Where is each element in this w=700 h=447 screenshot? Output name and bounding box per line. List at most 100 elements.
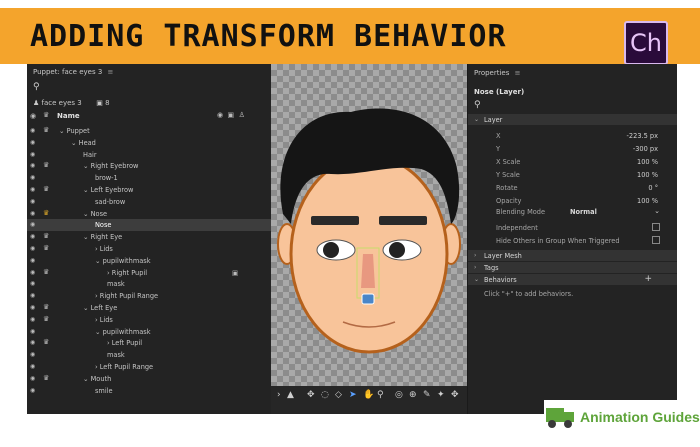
layer-row[interactable]: ◉ ♛ ⌄ Mouth xyxy=(27,373,271,385)
crown-icon[interactable]: ♛ xyxy=(43,374,49,382)
hide-icon[interactable]: ✦ xyxy=(437,390,445,400)
properties-panel-header[interactable]: Properties ≡ xyxy=(474,69,521,77)
panel-menu-icon[interactable]: ≡ xyxy=(108,68,114,76)
eye-icon[interactable]: ◉ xyxy=(30,245,35,252)
layer-row[interactable]: ◉ ♛ ⌄ Right Eye xyxy=(27,231,271,243)
handle-icon[interactable]: ⊕ xyxy=(409,390,417,400)
eye-icon[interactable]: ◉ xyxy=(30,151,35,158)
layer-row[interactable]: ◉ ♛ › Lids xyxy=(27,243,271,255)
pin-tool-icon[interactable]: ✎ xyxy=(423,390,431,400)
puppet-search-icon[interactable]: ⚲ xyxy=(33,82,40,92)
eye-header-icon[interactable]: ◉ xyxy=(30,112,36,120)
properties-search-icon[interactable]: ⚲ xyxy=(474,100,481,110)
blending-mode-dropdown[interactable]: Normal xyxy=(570,208,597,216)
stick-icon[interactable]: ◇ xyxy=(335,390,342,400)
eye-icon[interactable]: ◉ xyxy=(30,257,35,264)
puppet-canvas[interactable] xyxy=(271,64,467,386)
properties-menu-icon[interactable]: ≡ xyxy=(515,69,521,77)
layer-row[interactable]: ◉ Hair xyxy=(27,149,271,161)
chevron-down-icon[interactable]: ⌄ xyxy=(654,207,660,215)
crown-icon[interactable]: ♛ xyxy=(43,338,49,346)
eye-icon[interactable]: ◉ xyxy=(30,351,35,358)
crown-icon[interactable]: ♛ xyxy=(43,232,49,240)
eye-icon[interactable]: ◉ xyxy=(30,280,35,287)
eye-icon[interactable]: ◉ xyxy=(30,233,35,240)
layer-row[interactable]: ◉ › Left Pupil Range xyxy=(27,361,271,373)
hide-others-checkbox[interactable] xyxy=(652,236,660,244)
tags-section-header[interactable]: › Tags xyxy=(468,262,677,273)
layer-row[interactable]: ◉ ♛ ⌄ Right Eyebrow xyxy=(27,160,271,172)
chevron-right-icon[interactable]: › xyxy=(277,390,281,400)
layer-row[interactable]: ◉ ♛ ⌄ Left Eye xyxy=(27,302,271,314)
pin-icon[interactable]: ◌ xyxy=(321,390,329,400)
layer-mesh-section-header[interactable]: › Layer Mesh xyxy=(468,250,677,261)
layer-row[interactable]: ◉ sad-brow xyxy=(27,196,271,208)
truck-logo-icon xyxy=(546,408,574,428)
selection-arrow-icon[interactable]: ➤ xyxy=(349,390,357,400)
property-value[interactable]: -300 px xyxy=(633,145,658,153)
dragger-icon[interactable]: ✥ xyxy=(307,390,315,400)
layer-badge-icon[interactable]: ▣ xyxy=(232,269,238,277)
crown-icon[interactable]: ♛ xyxy=(43,303,49,311)
eye-icon[interactable]: ◉ xyxy=(30,339,35,346)
property-value[interactable]: 100 % xyxy=(637,197,658,205)
add-behavior-button[interactable]: + xyxy=(644,274,652,284)
crown-icon[interactable]: ♛ xyxy=(43,161,49,169)
layer-row[interactable]: ◉ ⌄ pupilwithmask xyxy=(27,326,271,338)
crown-icon[interactable]: ♛ xyxy=(43,244,49,252)
layer-row[interactable]: ◉ Nose xyxy=(27,219,271,232)
property-value[interactable]: -223.5 px xyxy=(627,132,658,140)
crown-icon[interactable]: ♛ xyxy=(43,185,49,193)
layer-label: ⌄ Nose xyxy=(83,209,108,218)
hand-icon[interactable]: ✋ xyxy=(363,390,374,400)
eye-icon[interactable]: ◉ xyxy=(30,316,35,323)
eye-icon[interactable]: ◉ xyxy=(30,292,35,299)
property-value[interactable]: 100 % xyxy=(637,158,658,166)
layer-row[interactable]: ◉ ⌄ Head xyxy=(27,137,271,149)
eye-icon[interactable]: ◉ xyxy=(30,304,35,311)
move-icon[interactable]: ✥ xyxy=(451,390,459,400)
eye-icon[interactable]: ◉ xyxy=(30,387,35,394)
eye-icon[interactable]: ◉ xyxy=(30,210,35,217)
crown-icon[interactable]: ♛ xyxy=(43,268,49,276)
property-value[interactable]: 0 ° xyxy=(648,184,658,192)
layer-row[interactable]: ◉ ♛ › Right Pupil ▣ xyxy=(27,267,271,279)
layer-row[interactable]: ◉ mask xyxy=(27,278,271,290)
eye-icon[interactable]: ◉ xyxy=(30,174,35,181)
crown-header-icon[interactable]: ♛ xyxy=(43,111,49,119)
eye-icon[interactable]: ◉ xyxy=(30,269,35,276)
layer-row[interactable]: ◉ ♛ ⌄ Left Eyebrow xyxy=(27,184,271,196)
layer-row[interactable]: ◉ smile xyxy=(27,385,271,397)
property-value[interactable]: 100 % xyxy=(637,171,658,179)
crown-icon[interactable]: ♛ xyxy=(43,209,49,217)
column-header-icons[interactable]: ◉ ▣ ♙ xyxy=(217,111,245,119)
crown-icon[interactable]: ♛ xyxy=(43,126,49,134)
eye-icon[interactable]: ◉ xyxy=(30,375,35,382)
eye-icon[interactable]: ◉ xyxy=(30,162,35,169)
eye-icon[interactable]: ◉ xyxy=(30,363,35,370)
layer-row[interactable]: ◉ ♛ › Lids xyxy=(27,314,271,326)
eye-icon[interactable]: ◉ xyxy=(30,221,35,228)
name-column-header[interactable]: Name xyxy=(57,112,80,120)
behaviors-section-header[interactable]: ⌄ Behaviors + xyxy=(468,274,677,285)
layer-row[interactable]: ◉ mask xyxy=(27,349,271,361)
layer-row[interactable]: ◉ ♛ ⌄ Nose xyxy=(27,208,271,220)
layer-row[interactable]: ◉ ♛ ⌄ Puppet xyxy=(27,125,271,137)
independent-checkbox[interactable] xyxy=(652,223,660,231)
layer-section-header[interactable]: ⌄ Layer xyxy=(468,114,677,125)
puppet-panel-header[interactable]: Puppet: face eyes 3 ≡ xyxy=(27,64,271,80)
crown-icon[interactable]: ♛ xyxy=(43,315,49,323)
eye-icon[interactable]: ◉ xyxy=(30,198,35,205)
zoom-icon[interactable]: ⚲ xyxy=(377,390,384,400)
eye-icon[interactable]: ◉ xyxy=(30,139,35,146)
eye-icon[interactable]: ◉ xyxy=(30,186,35,193)
warning-icon[interactable]: ▲ xyxy=(287,390,294,400)
layer-row[interactable]: ◉ ⌄ pupilwithmask xyxy=(27,255,271,267)
eye-icon[interactable]: ◉ xyxy=(30,127,35,134)
layer-row[interactable]: ◉ brow-1 xyxy=(27,172,271,184)
layer-row[interactable]: ◉ ♛ › Left Pupil xyxy=(27,337,271,349)
origin-icon[interactable]: ◎ xyxy=(395,390,403,400)
property-row: X -223.5 px xyxy=(468,130,677,142)
layer-row[interactable]: ◉ › Right Pupil Range xyxy=(27,290,271,302)
eye-icon[interactable]: ◉ xyxy=(30,328,35,335)
